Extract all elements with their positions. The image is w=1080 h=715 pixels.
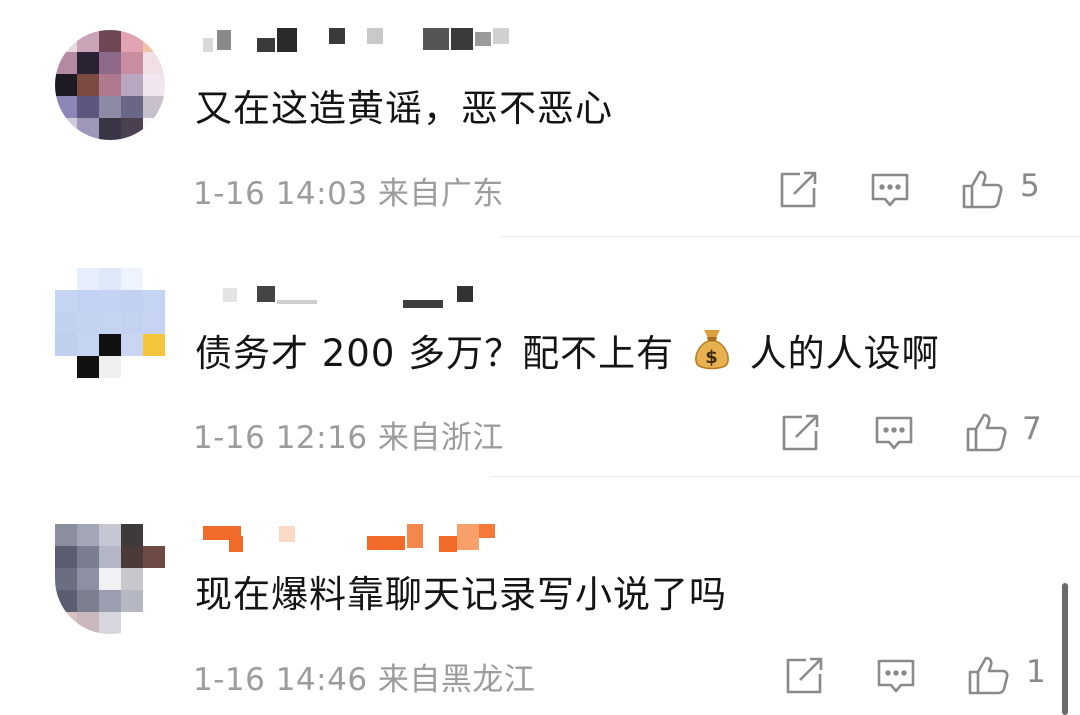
comment-text-part: 人的人设啊 — [749, 332, 940, 375]
comment-time: 1-16 12:16 — [193, 420, 368, 456]
comment-actions: 7 — [770, 409, 1060, 455]
like-count: 7 — [1022, 411, 1042, 447]
thumbs-up-icon — [966, 413, 1007, 452]
comment-item: 现在爆料靠聊天记录写小说了吗 1-16 14:46 来自黑龙江 1 — [0, 482, 1080, 715]
username-redacted[interactable] — [195, 284, 525, 314]
like-button[interactable] — [964, 409, 1008, 455]
username-redacted[interactable] — [195, 26, 525, 56]
comment-list: 又在这造黄谣，恶不恶心 1-16 14:03 来自广东 5 债务才 200 多万… — [0, 0, 1080, 715]
comment-text: 现在爆料靠聊天记录写小说了吗 — [195, 573, 727, 616]
comment-time: 1-16 14:46 — [193, 662, 368, 698]
divider — [500, 236, 1080, 237]
avatar[interactable] — [55, 30, 165, 140]
like-button[interactable] — [960, 166, 1004, 212]
comment-text: 又在这造黄谣，恶不恶心 — [195, 87, 613, 130]
share-button[interactable] — [782, 652, 826, 698]
comment-item: 又在这造黄谣，恶不恶心 1-16 14:03 来自广东 5 — [0, 0, 1080, 240]
like-button[interactable] — [966, 652, 1010, 698]
comment-location: 来自浙江 — [377, 420, 504, 456]
money-bag-icon: $ — [691, 326, 733, 385]
comment-icon — [877, 659, 915, 693]
avatar[interactable] — [55, 524, 165, 634]
comment-text-part: 债务才 200 多万？配不上有 — [195, 332, 675, 375]
share-icon — [786, 657, 823, 694]
reply-button[interactable] — [874, 652, 918, 698]
comment-item: 债务才 200 多万？配不上有 $ 人的人设啊 1-16 12:16 来自浙江 — [0, 240, 1080, 482]
comment-location: 来自黑龙江 — [377, 662, 536, 698]
divider — [490, 476, 1080, 477]
scrollbar[interactable] — [1062, 583, 1068, 715]
reply-button[interactable] — [868, 166, 912, 212]
like-count: 1 — [1026, 654, 1046, 690]
share-button[interactable] — [778, 409, 822, 455]
comment-meta: 1-16 14:46 来自黑龙江 — [193, 654, 535, 699]
comment-icon — [871, 173, 909, 207]
like-count: 5 — [1020, 168, 1040, 204]
comment-actions: 5 — [770, 166, 1060, 212]
comment-meta: 1-16 12:16 来自浙江 — [193, 412, 504, 457]
share-icon — [782, 414, 819, 451]
svg-text:$: $ — [705, 347, 719, 368]
comment-icon — [875, 416, 913, 450]
share-icon — [780, 171, 817, 208]
share-button[interactable] — [776, 166, 820, 212]
comment-text: 债务才 200 多万？配不上有 $ 人的人设啊 — [195, 326, 940, 385]
username-redacted[interactable] — [195, 522, 525, 552]
thumbs-up-icon — [962, 170, 1003, 209]
reply-button[interactable] — [872, 409, 916, 455]
comment-time: 1-16 14:03 — [193, 176, 368, 212]
comment-meta: 1-16 14:03 来自广东 — [193, 168, 504, 213]
thumbs-up-icon — [968, 656, 1009, 695]
comment-actions: 1 — [770, 652, 1060, 698]
avatar[interactable] — [55, 268, 165, 378]
comment-location: 来自广东 — [377, 176, 504, 212]
